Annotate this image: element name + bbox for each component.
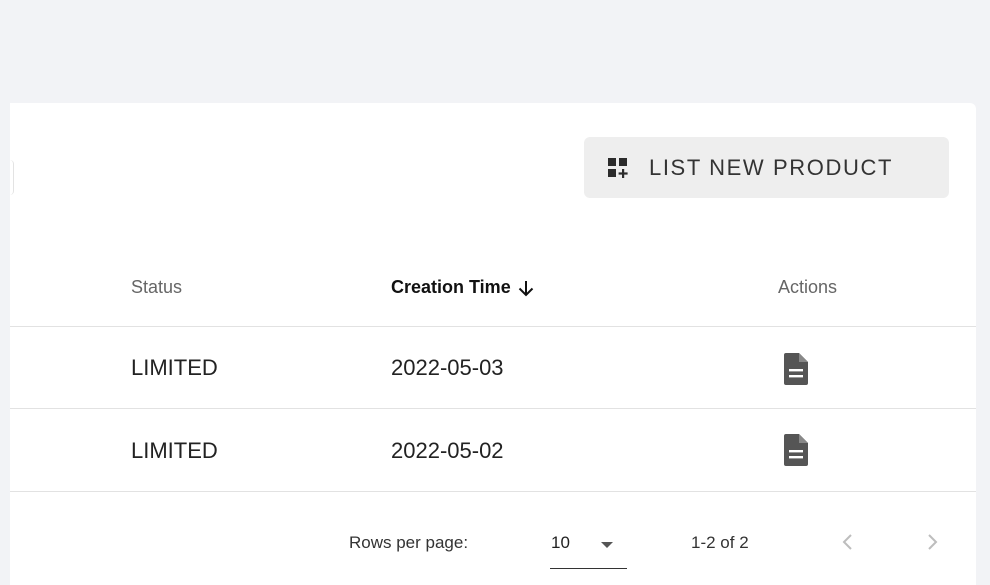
column-header-actions: Actions [778, 277, 838, 297]
table-row-creation-time: 2022-05-03 [391, 355, 504, 380]
add-grid-icon [607, 157, 629, 179]
pagination-range: 1-2 of 2 [691, 533, 749, 552]
chevron-down-icon [599, 537, 615, 553]
previous-page-icon[interactable] [835, 529, 861, 555]
table-row-status: LIMITED [131, 355, 218, 380]
table-row-divider [10, 408, 976, 409]
next-page-icon[interactable] [919, 529, 945, 555]
list-new-product-button[interactable]: LIST NEW PRODUCT [584, 137, 949, 198]
table-footer-divider [10, 491, 976, 492]
document-icon[interactable] [781, 352, 811, 386]
list-new-product-label: LIST NEW PRODUCT [649, 154, 893, 180]
table-row-creation-time: 2022-05-02 [391, 438, 504, 463]
table-header-divider [10, 326, 976, 327]
column-header-creation-time[interactable]: Creation Time [391, 277, 536, 298]
rows-per-page-select[interactable]: 10 [550, 525, 627, 569]
search-field-edge[interactable] [10, 160, 14, 195]
column-header-creation-time-label: Creation Time [391, 277, 511, 297]
products-card: LIST NEW PRODUCT Status Creation Time Ac… [10, 103, 976, 585]
table-row-status: LIMITED [131, 438, 218, 463]
sort-descending-icon[interactable] [516, 278, 536, 298]
column-header-status[interactable]: Status [131, 277, 182, 298]
document-icon[interactable] [781, 433, 811, 467]
rows-per-page-label: Rows per page: [349, 533, 469, 552]
rows-per-page-value: 10 [551, 533, 570, 552]
